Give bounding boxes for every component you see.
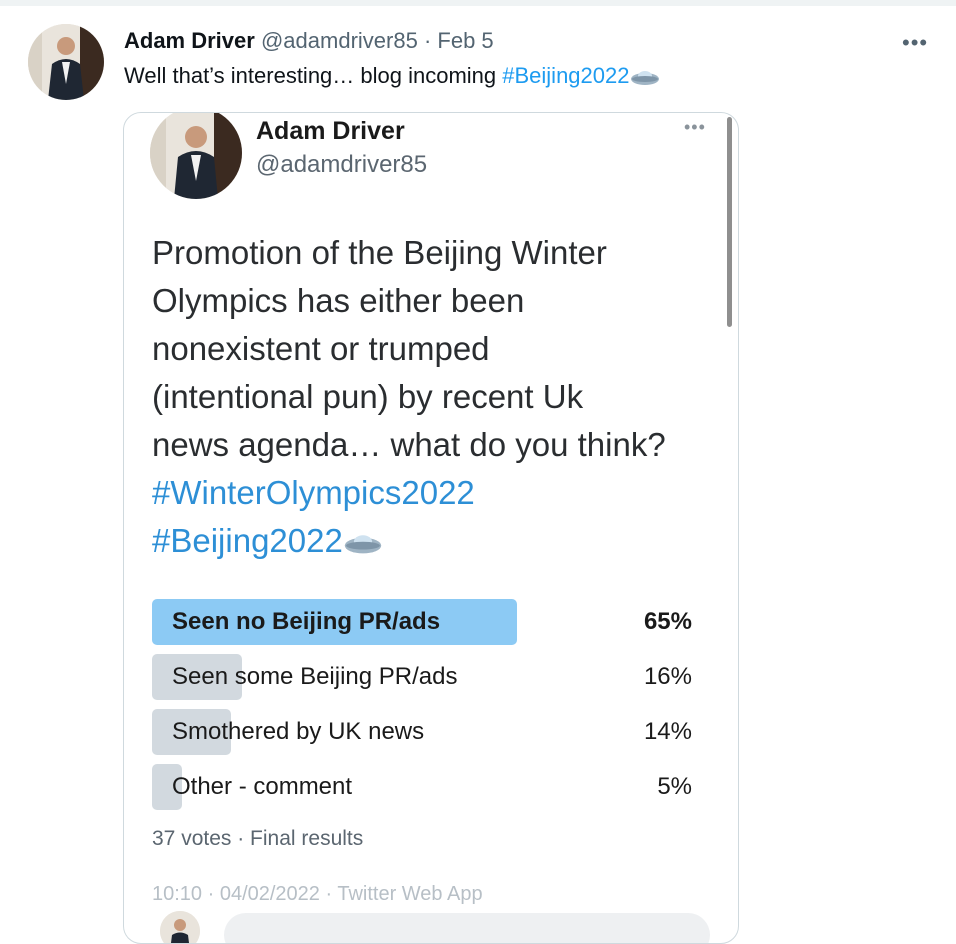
screenshot-text-line: (intentional pun) by recent Uk: [152, 378, 584, 415]
poll-option-label: Seen some Beijing PR/ads: [172, 663, 458, 690]
hashtag-link[interactable]: #Beijing2022: [502, 63, 629, 88]
screenshot-avatar: [150, 113, 242, 199]
embedded-screenshot[interactable]: Adam Driver @adamdriver85 ••• Promotion …: [123, 112, 739, 944]
poll-option-percent: 14%: [643, 718, 692, 745]
poll-option-label: Seen no Beijing PR/ads: [172, 608, 441, 635]
poll-option: Smothered by UK news 14%: [152, 709, 700, 755]
poll-option-percent: 16%: [643, 663, 692, 690]
screenshot-author-handle: @adamdriver85: [256, 151, 428, 178]
screenshot-text-line: Olympics has either been: [152, 282, 525, 319]
screenshot-reply-box: [224, 913, 710, 943]
poll-option-label: Smothered by UK news: [172, 718, 425, 745]
screenshot-text-line: news agenda… what do you think?: [152, 426, 666, 463]
screenshot-hashtag: #Beijing2022: [152, 522, 343, 559]
tweet-date[interactable]: Feb 5: [437, 28, 493, 53]
top-divider: [0, 0, 956, 6]
screenshot-text-line: nonexistent or trumped: [152, 330, 490, 367]
ufo-icon: [630, 67, 660, 93]
ufo-icon: [343, 521, 383, 569]
screenshot-reply-avatar: [160, 911, 200, 943]
avatar[interactable]: [28, 24, 104, 100]
poll-option-percent: 65%: [643, 608, 692, 635]
tweet-text: Well that’s interesting… blog incoming #…: [124, 63, 660, 93]
screenshot-timestamp: 10:10 · 04/02/2022 · Twitter Web App: [152, 883, 483, 905]
poll-option-percent: 5%: [657, 773, 692, 800]
screenshot-tweet-text: Promotion of the Beijing Winter Olympics…: [152, 229, 722, 569]
author-name[interactable]: Adam Driver: [124, 28, 255, 53]
screenshot-scrollbar: [727, 117, 732, 327]
tweet-header: Adam Driver @adamdriver85 · Feb 5: [124, 28, 494, 54]
screenshot-author-name: Adam Driver: [256, 117, 405, 145]
poll-option: Other - comment 5%: [152, 764, 700, 810]
poll-option: Seen some Beijing PR/ads 16%: [152, 654, 700, 700]
ellipsis-icon[interactable]: •••: [902, 30, 928, 56]
screenshot-text-line: Promotion of the Beijing Winter: [152, 234, 607, 271]
screenshot-hashtag: #WinterOlympics2022: [152, 474, 475, 511]
poll-meta: 37 votes · Final results: [152, 827, 364, 850]
tweet-body-text: Well that’s interesting… blog incoming: [124, 63, 503, 88]
poll-option-label: Other - comment: [172, 773, 353, 800]
screenshot-ellipsis-icon: •••: [684, 117, 706, 137]
author-handle[interactable]: @adamdriver85: [261, 28, 418, 53]
poll-option: Seen no Beijing PR/ads 65%: [152, 599, 700, 645]
separator-dot: ·: [423, 28, 432, 53]
